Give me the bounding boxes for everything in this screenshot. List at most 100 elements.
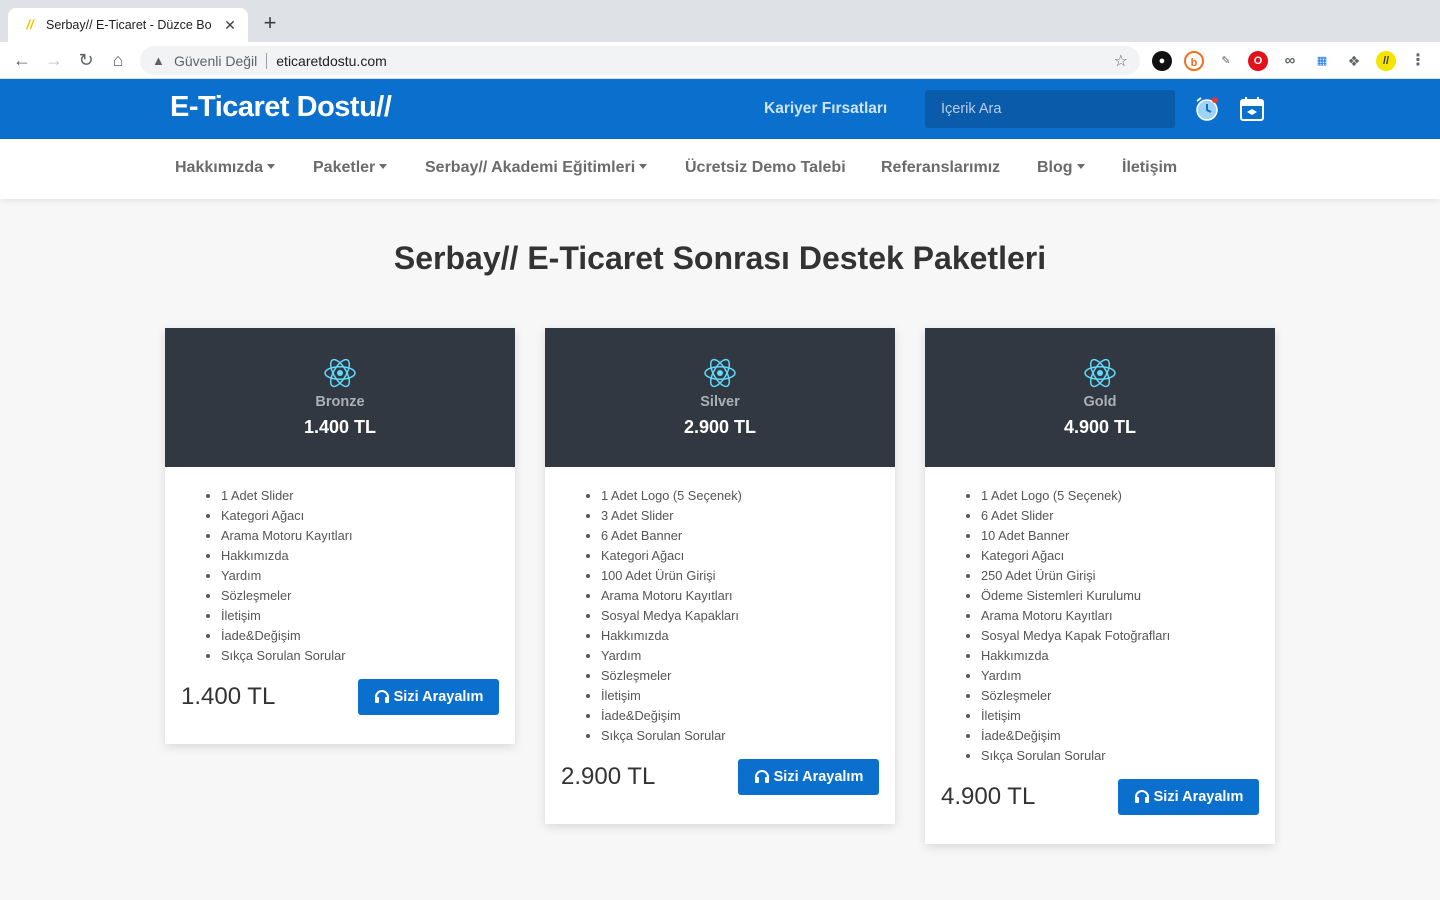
nav-item-demo[interactable]: Ücretsiz Demo Talebi [685,159,846,177]
calendar-icon[interactable] [1238,95,1266,123]
site-header: E-Ticaret Dostu// Kariyer Fırsatları [0,79,1440,139]
bookmark-star-icon[interactable]: ☆ [1114,51,1128,71]
address-separator [266,52,268,69]
extension-icon[interactable]: ▦ [1312,51,1332,71]
reload-icon[interactable]: ↻ [74,48,98,72]
warning-icon[interactable]: ▲ [152,53,168,68]
feature-item: 10 Adet Banner [981,526,1275,546]
call-me-button[interactable]: Sizi Arayalım [358,679,499,715]
feature-item: İade&Değişim [221,626,515,646]
card-header: Bronze 1.400 TL [165,328,515,467]
plan-price: 1.400 TL [303,417,377,437]
alarm-clock-icon[interactable] [1193,95,1221,123]
button-label: Sizi Arayalım [773,769,864,785]
feature-item: 3 Adet Slider [601,506,895,526]
footer-price: 2.900 TL [561,763,656,790]
feature-item: 6 Adet Banner [601,526,895,546]
nav-item-label: Referanslarımız [881,159,1001,176]
extension-icon[interactable]: ● [1152,51,1172,71]
url-text[interactable]: eticaretdostu.com [276,53,1113,69]
feature-item: Sözleşmeler [981,686,1275,706]
feature-item: 250 Adet Ürün Girişi [981,566,1275,586]
menu-kebab-icon[interactable]: ⋮ [1408,51,1428,71]
nav-item-blog[interactable]: Blog [1037,159,1085,177]
feature-item: Yardım [221,566,515,586]
nav-item-iletisim[interactable]: İletişim [1122,159,1177,177]
back-icon[interactable]: ← [10,48,34,72]
feature-item: İade&Değişim [981,726,1275,746]
browser-tab-bar: // Serbay// E-Ticaret - Düzce Bo ✕ + [0,0,1440,42]
card-header: Gold 4.900 TL [925,328,1275,467]
feature-item: Sözleşmeler [601,666,895,686]
card-footer: 4.900 TL Sizi Arayalım [925,766,1275,844]
feature-item: Yardım [981,666,1275,686]
nav-item-referanslar[interactable]: Referanslarımız [881,159,1000,177]
close-tab-icon[interactable]: ✕ [222,17,238,34]
security-label[interactable]: Güvenli Değil [174,53,257,69]
browser-tab[interactable]: // Serbay// E-Ticaret - Düzce Bo ✕ [8,8,248,42]
feature-item: 6 Adet Slider [981,506,1275,526]
home-icon[interactable]: ⌂ [106,48,130,72]
forward-icon[interactable]: → [42,48,66,72]
feature-item: 100 Adet Ürün Girişi [601,566,895,586]
nav-item-label: İletişim [1122,159,1178,176]
nav-item-akademi[interactable]: Serbay// Akademi Eğitimleri [425,159,648,177]
extension-icon[interactable]: ✎ [1216,51,1236,71]
site-logo[interactable]: E-Ticaret Dostu// [170,91,392,124]
nav-item-hakkimizda[interactable]: Hakkımızda [175,159,276,177]
tab-title: Serbay// E-Ticaret - Düzce Bo [46,18,212,32]
feature-item: Yardım [601,646,895,666]
feature-item: İletişim [601,686,895,706]
plan-price: 2.900 TL [683,417,757,437]
feature-item: İletişim [221,606,515,626]
page-title: Serbay// E-Ticaret Sonrası Destek Paketl… [393,240,1047,276]
react-atom-icon [704,358,736,388]
profile-avatar[interactable]: // [1376,51,1396,71]
plan-name: Gold [1083,394,1117,410]
plan-name: Bronze [315,394,365,410]
feature-item: Arama Motoru Kayıtları [221,526,515,546]
feature-list: 1 Adet SliderKategori AğacıArama Motoru … [165,467,515,666]
footer-price: 4.900 TL [941,783,1036,810]
feature-item: Arama Motoru Kayıtları [601,586,895,606]
nav-item-label: Ücretsiz Demo Talebi [685,159,846,176]
extension-icon[interactable]: b [1184,51,1204,71]
headset-icon [754,770,769,783]
feature-item: Sıkça Sorulan Sorular [221,646,515,666]
extensions-puzzle-icon[interactable]: ❖ [1344,51,1364,71]
nav-item-label: Paketler [313,159,376,176]
feature-item: Ödeme Sistemleri Kurulumu [981,586,1275,606]
chevron-down-icon [267,164,276,169]
feature-list: 1 Adet Logo (5 Seçenek)6 Adet Slider10 A… [925,467,1275,766]
feature-item: Hakkımızda [221,546,515,566]
feature-item: Sıkça Sorulan Sorular [601,726,895,746]
chevron-down-icon [379,164,388,169]
feature-item: Hakkımızda [601,626,895,646]
feature-item: Sıkça Sorulan Sorular [981,746,1275,766]
extension-icon[interactable]: O [1248,51,1268,71]
nav-item-label: Serbay// Akademi Eğitimleri [425,159,636,176]
search-input[interactable] [925,90,1175,128]
feature-list: 1 Adet Logo (5 Seçenek)3 Adet Slider6 Ad… [545,467,895,746]
react-atom-icon [324,358,356,388]
card-header: Silver 2.900 TL [545,328,895,467]
feature-item: Kategori Ağacı [981,546,1275,566]
career-link[interactable]: Kariyer Fırsatları [764,100,887,118]
package-card-gold: Gold 4.900 TL 1 Adet Logo (5 Seçenek)6 A… [925,328,1275,844]
main-navigation: Hakkımızda Paketler Serbay// Akademi Eği… [0,139,1440,199]
nav-item-label: Blog [1037,159,1073,176]
extension-icon[interactable]: ∞ [1280,51,1300,71]
call-me-button[interactable]: Sizi Arayalım [1118,779,1259,815]
plan-name: Silver [700,394,740,410]
react-atom-icon [1084,358,1116,388]
nav-item-paketler[interactable]: Paketler [313,159,388,177]
headset-icon [374,690,389,703]
address-bar[interactable]: ▲ Güvenli Değil eticaretdostu.com ☆ [140,46,1140,75]
feature-item: Arama Motoru Kayıtları [981,606,1275,626]
chevron-down-icon [1076,164,1085,169]
call-me-button[interactable]: Sizi Arayalım [738,759,879,795]
feature-item: 1 Adet Slider [221,486,515,506]
footer-price: 1.400 TL [181,683,276,710]
new-tab-button[interactable]: + [258,12,282,36]
feature-item: 1 Adet Logo (5 Seçenek) [601,486,895,506]
